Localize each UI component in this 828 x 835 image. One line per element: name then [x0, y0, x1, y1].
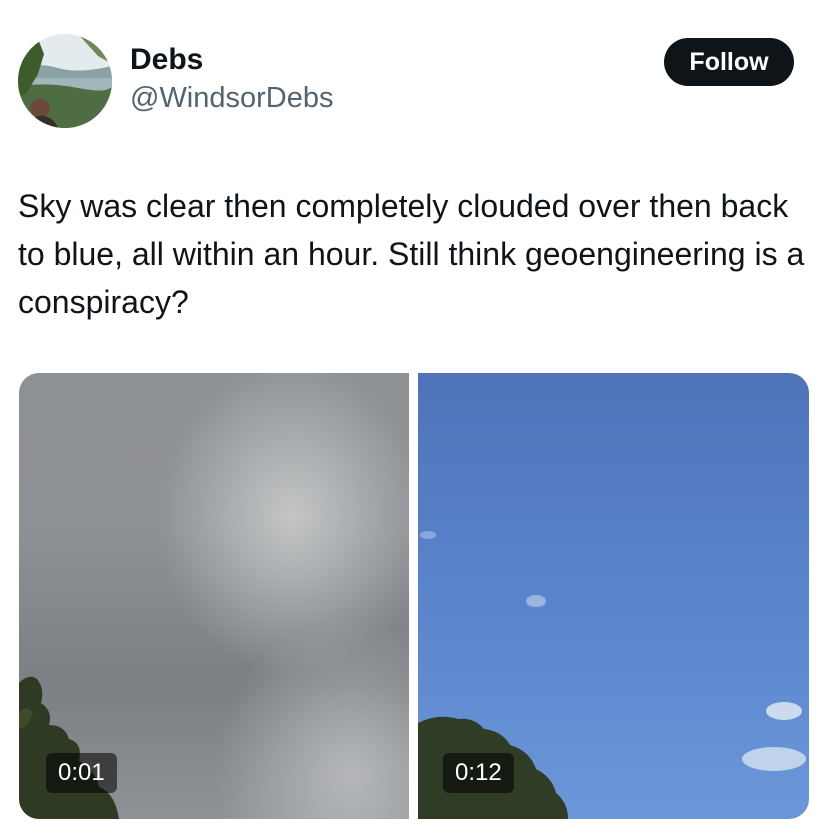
user-handle[interactable]: @WindsorDebs	[130, 80, 334, 116]
user-names: Debs @WindsorDebs	[130, 42, 334, 116]
avatar-image	[18, 34, 112, 128]
follow-button[interactable]: Follow	[664, 38, 794, 86]
video-duration-badge: 0:01	[46, 753, 117, 793]
media-grid: 0:01 0:12	[19, 373, 809, 819]
tweet-header: Debs @WindsorDebs Follow	[18, 34, 810, 130]
tweet-text: Sky was clear then completely clouded ov…	[18, 188, 805, 320]
video-duration-badge: 0:12	[443, 753, 514, 793]
avatar[interactable]	[18, 34, 112, 128]
video-thumbnail-cloudy[interactable]: 0:01	[19, 373, 409, 819]
video-thumbnail-blue[interactable]: 0:12	[418, 373, 809, 819]
display-name[interactable]: Debs	[130, 42, 334, 78]
